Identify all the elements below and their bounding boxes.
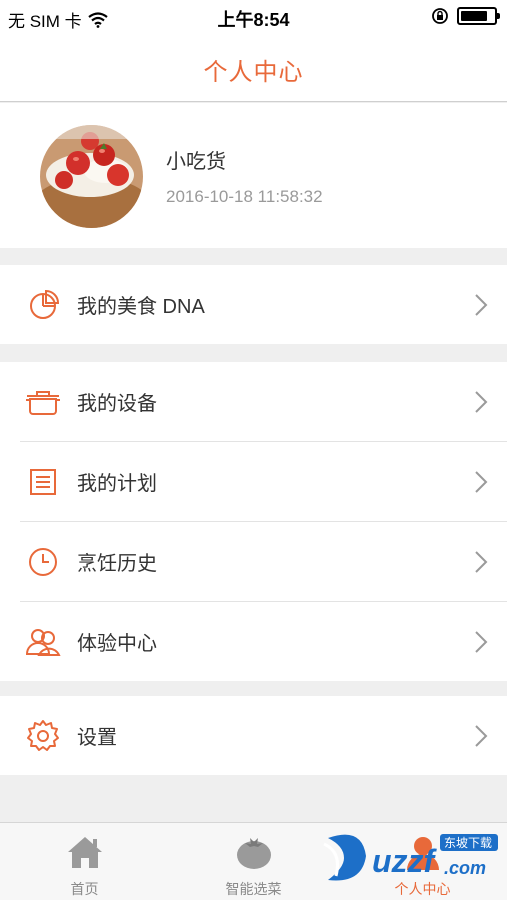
pot-icon	[25, 384, 61, 420]
profile-card[interactable]: 小吃货 2016-10-18 11:58:32	[0, 103, 507, 248]
rotation-lock-icon	[432, 8, 448, 24]
chevron-right-icon	[475, 550, 488, 573]
chevron-right-icon	[475, 470, 488, 493]
watermark: uzzf .com 东坡下载	[322, 828, 502, 888]
avatar[interactable]	[40, 125, 143, 228]
tab-smart-pick[interactable]: 智能选菜	[169, 823, 338, 900]
chevron-right-icon	[475, 293, 488, 316]
menu-group-settings: 设置	[0, 696, 507, 775]
users-icon	[25, 624, 61, 660]
tab-label-smart-pick: 智能选菜	[225, 881, 282, 897]
notebook-icon	[25, 464, 61, 500]
svg-text:东坡下载: 东坡下载	[444, 836, 492, 850]
chevron-right-icon	[475, 390, 488, 413]
menu-group-dna: 我的美食 DNA	[0, 265, 507, 344]
menu-item-experience[interactable]: 体验中心	[0, 602, 507, 681]
chevron-right-icon	[475, 630, 488, 653]
watermark-logo: uzzf .com 东坡下载	[323, 834, 498, 881]
menu-group-main: 我的设备 我的计划 烹饪历史 体验中心	[0, 362, 507, 681]
menu-label-plan: 我的计划	[77, 473, 157, 495]
user-date: 2016-10-18 11:58:32	[166, 187, 323, 206]
menu-label-settings: 设置	[77, 727, 117, 749]
menu-label-dna: 我的美食 DNA	[77, 296, 205, 318]
menu-label-history: 烹饪历史	[77, 553, 157, 575]
tomato-icon	[236, 838, 271, 869]
user-name: 小吃货	[166, 151, 226, 173]
avatar-image	[40, 125, 143, 228]
battery-fill	[461, 11, 487, 21]
gear-icon	[25, 718, 61, 754]
menu-item-devices[interactable]: 我的设备	[0, 362, 507, 441]
chevron-right-icon	[475, 724, 488, 747]
tab-home[interactable]: 首页	[0, 823, 169, 900]
menu-item-history[interactable]: 烹饪历史	[0, 522, 507, 601]
clock-icon	[25, 544, 61, 580]
menu-item-settings[interactable]: 设置	[0, 696, 507, 775]
page-title: 个人中心	[203, 59, 304, 86]
menu-label-devices: 我的设备	[77, 393, 157, 415]
pie-chart-icon	[25, 287, 61, 323]
home-icon	[67, 837, 102, 868]
menu-item-plan[interactable]: 我的计划	[0, 442, 507, 521]
nav-bar: 个人中心	[0, 36, 507, 102]
battery-icon	[457, 7, 500, 25]
svg-text:.com: .com	[444, 858, 486, 878]
tab-label-home: 首页	[70, 881, 99, 897]
menu-label-experience: 体验中心	[77, 633, 157, 655]
svg-text:uzzf: uzzf	[372, 843, 438, 879]
menu-item-dna[interactable]: 我的美食 DNA	[0, 265, 507, 344]
status-bar: 无 SIM 卡 上午8:54	[0, 0, 507, 36]
